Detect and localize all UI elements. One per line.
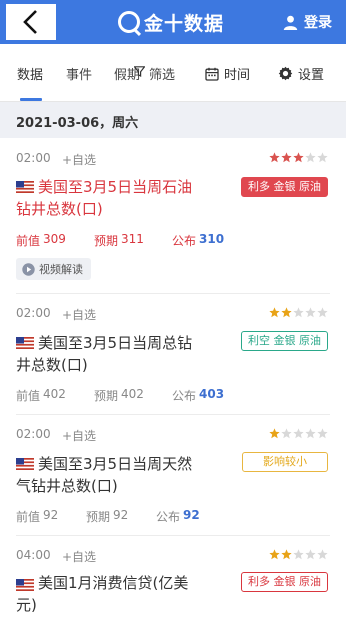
star-empty-icon — [281, 428, 292, 439]
list-item[interactable]: 02:00 +自选 美国至3月5日当周天然气钻井总数(口) 影响较小 前值 92… — [0, 415, 346, 535]
forecast-label: 预期 — [86, 510, 111, 524]
add-watchlist-button[interactable]: +自选 — [62, 306, 96, 323]
settings-label: 设置 — [298, 68, 325, 83]
impact-tag: 利多 金银 原油 — [241, 177, 328, 197]
event-time: 02:00 — [16, 427, 51, 441]
list-item[interactable]: 02:00 +自选 美国至3月5日当周石油钻井总数(口) 利多 金银 原油 前值… — [0, 138, 346, 294]
calendar-icon — [205, 67, 219, 81]
play-icon — [22, 262, 35, 276]
filter-button[interactable]: 筛选 — [149, 64, 175, 83]
chevron-left-icon — [23, 10, 37, 34]
star-empty-icon — [293, 549, 304, 560]
time-button[interactable]: 时间 — [205, 64, 250, 83]
star-empty-icon — [317, 307, 328, 318]
star-empty-icon — [305, 152, 316, 163]
logo-icon — [118, 11, 140, 33]
star-filled-icon — [281, 152, 292, 163]
event-time: 02:00 — [16, 306, 51, 320]
brand-logo: 金十数据 — [118, 9, 224, 35]
star-filled-icon — [281, 307, 292, 318]
actual-label: 公布 — [156, 510, 181, 524]
event-title: 美国至3月5日当周总钻井总数(口) — [16, 334, 193, 374]
star-filled-icon — [269, 428, 280, 439]
importance-stars — [268, 152, 328, 163]
prev-label: 前值 — [16, 510, 41, 524]
app-header: 金十数据 登录 — [0, 0, 346, 44]
add-watchlist-button[interactable]: +自选 — [62, 427, 96, 444]
settings-button[interactable]: 设置 — [278, 64, 324, 83]
impact-tag: 利多 金银 原油 — [241, 572, 328, 592]
forecast-value: 402 — [121, 387, 144, 401]
actual-label: 公布 — [172, 389, 197, 403]
event-title: 美国至3月5日当周石油钻井总数(口) — [16, 178, 193, 218]
video-analysis-button[interactable]: 视频解读 — [16, 258, 91, 280]
star-filled-icon — [293, 152, 304, 163]
forecast-label: 预期 — [94, 234, 119, 248]
event-time: 04:00 — [16, 548, 51, 562]
star-empty-icon — [305, 428, 316, 439]
tab-data[interactable]: 数据 — [17, 64, 43, 83]
star-filled-icon — [281, 549, 292, 560]
prev-value: 402 — [43, 387, 66, 401]
prev-value: 309 — [43, 232, 66, 246]
video-analysis-label: 视频解读 — [39, 263, 83, 276]
star-filled-icon — [269, 307, 280, 318]
list-item[interactable]: 02:00 +自选 美国至3月5日当周总钻井总数(口) 利空 金银 原油 前值 … — [0, 294, 346, 414]
back-button[interactable] — [6, 4, 56, 40]
star-filled-icon — [269, 549, 280, 560]
date-label: 2021-03-06，周六 — [16, 116, 139, 131]
prev-label: 前值 — [16, 234, 41, 248]
star-empty-icon — [293, 428, 304, 439]
tab-events[interactable]: 事件 — [66, 64, 92, 83]
time-label: 时间 — [224, 68, 251, 83]
forecast-label: 预期 — [94, 389, 119, 403]
event-title: 美国至3月5日当周天然气钻井总数(口) — [16, 455, 193, 495]
login-label: 登录 — [304, 15, 332, 31]
event-time: 02:00 — [16, 151, 51, 165]
importance-stars — [268, 428, 328, 439]
actual-value: 92 — [183, 508, 200, 522]
filter-icon[interactable] — [134, 66, 145, 77]
date-header: 2021-03-06，周六 — [0, 102, 346, 138]
star-empty-icon — [317, 549, 328, 560]
star-empty-icon — [305, 549, 316, 560]
list-item[interactable]: 04:00 +自选 美国1月消费信贷(亿美元) 利多 金银 原油 — [0, 536, 346, 638]
logo-text: 金十数据 — [144, 12, 225, 35]
gear-icon — [278, 66, 293, 81]
importance-stars — [268, 549, 328, 560]
prev-label: 前值 — [16, 389, 41, 403]
star-filled-icon — [269, 152, 280, 163]
login-button[interactable]: 登录 — [283, 12, 332, 32]
impact-tag: 影响较小 — [242, 452, 328, 472]
star-empty-icon — [317, 152, 328, 163]
forecast-value: 92 — [113, 508, 129, 522]
star-empty-icon — [317, 428, 328, 439]
impact-tag: 利空 金银 原油 — [241, 331, 328, 351]
forecast-value: 311 — [121, 232, 144, 246]
prev-value: 92 — [43, 508, 59, 522]
actual-label: 公布 — [172, 234, 197, 248]
importance-stars — [268, 307, 328, 318]
actual-value: 310 — [199, 232, 225, 246]
event-title: 美国1月消费信贷(亿美元) — [16, 574, 189, 614]
active-tab-indicator — [20, 98, 42, 101]
actual-value: 403 — [199, 387, 225, 401]
category-tabs: 数据 事件 假期 筛选 时间 设置 — [0, 44, 346, 102]
star-empty-icon — [305, 307, 316, 318]
add-watchlist-button[interactable]: +自选 — [62, 151, 96, 168]
add-watchlist-button[interactable]: +自选 — [62, 548, 96, 565]
star-empty-icon — [293, 307, 304, 318]
user-icon — [283, 15, 298, 30]
